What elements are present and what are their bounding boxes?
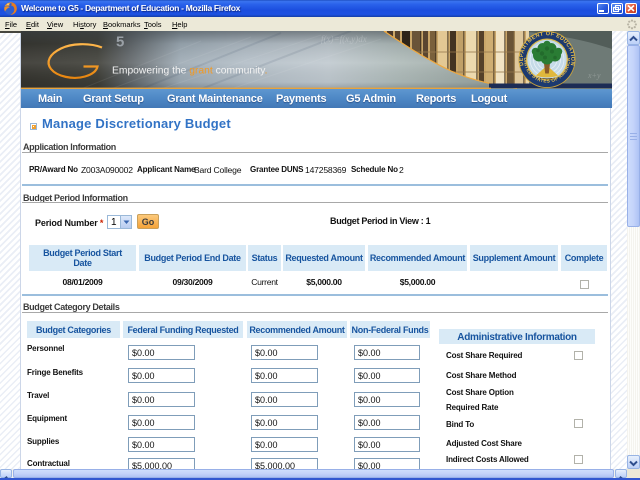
svg-text:Empowering the grant community: Empowering the grant community. [112,66,268,77]
svg-text:x+y: x+y [587,71,601,80]
svg-text:5: 5 [116,34,124,51]
svg-text:f(x)=f(x,y)dx: f(x)=f(x,y)dx [321,34,367,44]
